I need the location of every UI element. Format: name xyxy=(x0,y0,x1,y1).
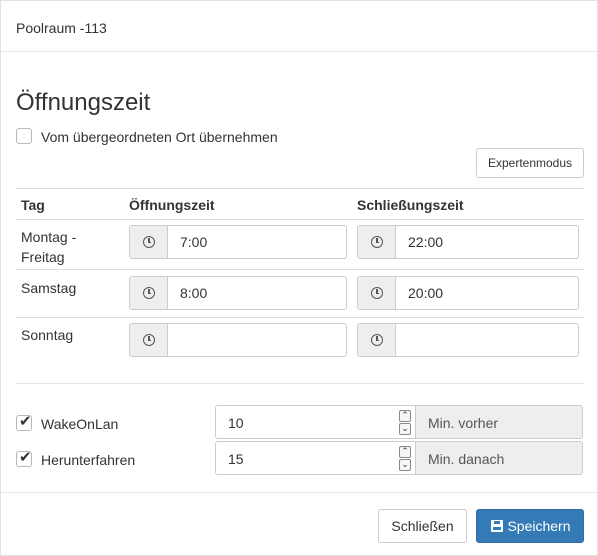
row-day-weekdays: Montag - Freitag xyxy=(21,229,77,265)
shutdown-minutes-value: 15 xyxy=(228,451,244,467)
modal-dialog: Poolraum -113 Öffnungszeit Vom übergeord… xyxy=(0,0,598,556)
time-addon xyxy=(130,277,168,309)
save-button-label: Speichern xyxy=(507,518,571,534)
opening-time-sunday-input[interactable] xyxy=(129,323,347,357)
row-border xyxy=(16,269,584,270)
opening-time-value: 8:00 xyxy=(180,285,208,301)
time-addon xyxy=(358,277,396,309)
wakeonlan-minutes-value: 10 xyxy=(228,415,244,431)
section-title: Öffnungszeit xyxy=(16,89,151,116)
header-closing-time: Schließungszeit xyxy=(357,197,464,213)
modal-header: Poolraum -113 xyxy=(1,1,598,52)
clock-icon xyxy=(143,236,155,248)
spin-down-button[interactable]: ⌄ xyxy=(399,423,411,435)
header-opening-time: Öffnungszeit xyxy=(129,197,215,213)
clock-icon xyxy=(371,236,383,248)
inherit-checkbox-label[interactable]: Vom übergeordneten Ort übernehmen xyxy=(41,129,278,145)
expert-mode-button[interactable]: Expertenmodus xyxy=(476,148,584,178)
opening-time-value: 7:00 xyxy=(180,234,208,250)
close-button[interactable]: Schließen xyxy=(378,509,467,543)
time-addon xyxy=(130,324,168,356)
opening-time-saturday-input[interactable]: 8:00 xyxy=(129,276,347,310)
modal-title: Poolraum -113 xyxy=(16,20,107,36)
inherit-checkbox[interactable] xyxy=(16,128,32,144)
save-button[interactable]: Speichern xyxy=(476,509,584,543)
modal-footer-border xyxy=(1,492,598,493)
shutdown-label[interactable]: Herunterfahren xyxy=(41,452,135,468)
wakeonlan-checkbox[interactable]: ✔ xyxy=(16,413,32,431)
clock-icon xyxy=(371,334,383,346)
wakeonlan-unit: Min. vorher xyxy=(428,415,499,431)
row-day-saturday: Samstag xyxy=(21,280,77,296)
floppy-disk-icon xyxy=(491,520,503,532)
closing-time-sunday-input[interactable] xyxy=(357,323,579,357)
wakeonlan-unit-addon: Min. vorher xyxy=(416,405,583,439)
closing-time-value: 22:00 xyxy=(408,234,444,250)
time-addon xyxy=(130,226,168,258)
wakeonlan-label[interactable]: WakeOnLan xyxy=(41,416,118,432)
closing-time-saturday-input[interactable]: 20:00 xyxy=(357,276,579,310)
table-top-border xyxy=(16,188,584,189)
header-day: Tag xyxy=(21,197,45,213)
wakeonlan-minutes-input[interactable]: 10 ⌃ ⌄ xyxy=(215,405,416,439)
clock-icon xyxy=(143,334,155,346)
spin-down-button[interactable]: ⌄ xyxy=(399,459,411,471)
row-day-sunday: Sonntag xyxy=(21,327,74,343)
time-addon xyxy=(358,226,396,258)
row-border xyxy=(16,317,584,318)
closing-time-weekdays-input[interactable]: 22:00 xyxy=(357,225,579,259)
checkmark-icon: ✔ xyxy=(19,413,32,430)
clock-icon xyxy=(143,287,155,299)
clock-icon xyxy=(371,287,383,299)
section-divider xyxy=(16,383,584,384)
closing-time-value: 20:00 xyxy=(408,285,444,301)
shutdown-unit-addon: Min. danach xyxy=(416,441,583,475)
shutdown-unit: Min. danach xyxy=(428,451,505,467)
checkmark-icon: ✔ xyxy=(19,449,32,466)
time-addon xyxy=(358,324,396,356)
opening-time-weekdays-input[interactable]: 7:00 xyxy=(129,225,347,259)
table-header-border xyxy=(16,219,584,220)
shutdown-minutes-input[interactable]: 15 ⌃ ⌄ xyxy=(215,441,416,475)
shutdown-checkbox[interactable]: ✔ xyxy=(16,449,32,467)
